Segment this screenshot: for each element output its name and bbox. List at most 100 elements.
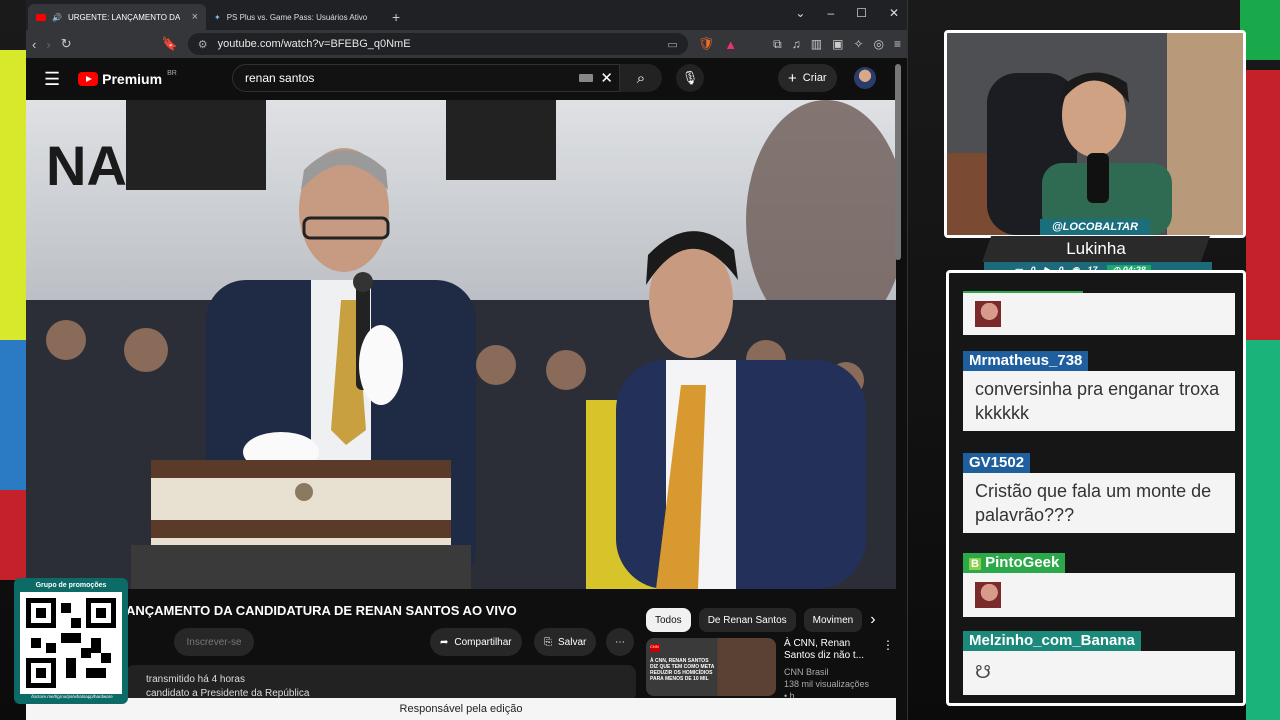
chat-message: Melzinho_com_Banana ☋: [963, 631, 1235, 695]
forward-icon[interactable]: ›: [46, 37, 50, 52]
bg-red-block: [0, 490, 26, 580]
minimize-icon[interactable]: –: [827, 6, 834, 20]
emote-icon: ☋: [975, 662, 991, 682]
hamburger-menu-icon[interactable]: ☰: [44, 69, 60, 90]
description-box[interactable]: transmitido há 4 horas candidato a Presi…: [126, 665, 636, 701]
avatar[interactable]: [854, 67, 876, 89]
youtube-header: ☰ Premium BR renan santos ✕ ⌕ 🎙 + Criar: [26, 58, 896, 100]
chat-bubble: [963, 293, 1235, 335]
extensions-toolbar: ⧉ ♫ ▥ ▣ ✧ ◎ ≡: [773, 37, 901, 52]
qr-pattern: [26, 598, 116, 688]
music-icon[interactable]: ♫: [792, 37, 801, 52]
chat-message: B PintoGeek: [963, 553, 1235, 617]
video-player[interactable]: NA: [26, 100, 896, 589]
description-meta: transmitido há 4 horas: [146, 674, 245, 685]
cast-icon[interactable]: ▭: [667, 38, 677, 51]
subscribe-button[interactable]: Inscrever-se: [174, 628, 254, 656]
chat-username: PintoGeek: [985, 554, 1060, 571]
scrollbar-thumb[interactable]: [895, 64, 901, 260]
url-field[interactable]: ⚙ youtube.com/watch?v=BFEBG_q0NmE ▭: [187, 33, 688, 55]
chat-username: GV1502: [963, 453, 1031, 473]
bg-blue-block: [0, 340, 26, 490]
chip-movimento[interactable]: Movimen: [803, 608, 863, 632]
qr-title: Grupo de promoções: [35, 581, 107, 589]
brave-shield-icon[interactable]: 🛡: [698, 36, 715, 52]
sidebar-icon[interactable]: ▥: [811, 37, 822, 52]
youtube-premium-logo[interactable]: Premium BR: [78, 69, 177, 87]
kebab-menu-icon[interactable]: ⋮: [882, 638, 894, 698]
bg-yellow-block: [0, 50, 26, 340]
recommended-thumbnail[interactable]: À CNN, RENAN SANTOS DIZ QUE TEM COMO MET…: [646, 638, 776, 696]
webcam-image: [947, 33, 1243, 235]
chip-todos[interactable]: Todos: [646, 608, 691, 632]
puzzle-icon[interactable]: ⧉: [773, 37, 782, 52]
chevron-down-icon[interactable]: ⌄: [795, 6, 805, 20]
wallet-icon[interactable]: ▣: [832, 37, 843, 52]
save-button[interactable]: ⎘ Salvar: [534, 628, 597, 656]
qr-url: /loctore.me/t/grou/ps/whatsapp/hardware: [31, 694, 113, 699]
chat-text: conversinha pra enganar troxa kkkkkk: [963, 371, 1235, 431]
leo-icon[interactable]: ✧: [853, 37, 863, 52]
video-frame: NA: [26, 100, 896, 589]
chevron-right-icon[interactable]: ›: [870, 608, 875, 632]
recommended-title-line2: Santos diz não t...: [784, 650, 865, 661]
create-button[interactable]: + Criar: [778, 64, 837, 92]
menu-icon[interactable]: ≡: [894, 37, 901, 52]
youtube-play-icon: [78, 72, 99, 86]
tab-title: URGENTE: LANÇAMENTO DA CAND: [67, 12, 180, 22]
qr-promo: Grupo de promoções /loctore.me/t/grou/ps…: [14, 578, 128, 704]
mic-icon: 🎙: [681, 70, 699, 85]
recommendation-chips: Todos De Renan Santos Movimen ›: [646, 608, 876, 632]
recommended-title-line1: À CNN, Renan: [784, 638, 851, 649]
editor-banner: Responsável pela edição: [26, 698, 896, 720]
youtube-icon: [36, 13, 46, 21]
recommended-info: À CNN, Renan Santos diz não t... CNN Bra…: [784, 638, 874, 701]
tab-title: PS Plus vs. Game Pass: Usuários Ativos -…: [226, 12, 367, 22]
chat-panel: Mrmatheus_738 conversinha pra enganar tr…: [946, 270, 1246, 706]
url-text: youtube.com/watch?v=BFEBG_q0NmE: [217, 38, 411, 50]
bg-green-block: [1240, 0, 1280, 60]
cnn-logo: CNN: [650, 644, 660, 652]
share-icon: ➦: [440, 636, 449, 648]
chat-message: Mrmatheus_738 conversinha pra enganar tr…: [963, 351, 1235, 431]
voice-search-button[interactable]: 🎙: [676, 64, 704, 92]
reload-icon[interactable]: ↻: [61, 36, 72, 52]
chat-username-row: B PintoGeek: [963, 553, 1066, 573]
page-scrollbar[interactable]: [895, 62, 901, 712]
svg-text:NA: NA: [46, 134, 127, 197]
tab-youtube[interactable]: 🔊 URGENTE: LANÇAMENTO DA CAND ×: [28, 4, 206, 30]
back-icon[interactable]: ‹: [32, 37, 36, 52]
bg-teal-block-right: [1246, 340, 1280, 720]
gemini-icon: ✦: [214, 12, 221, 22]
search-icon: ⌕: [636, 69, 646, 87]
more-actions-button[interactable]: ⋯: [606, 628, 634, 656]
search-input[interactable]: renan santos ✕: [232, 64, 620, 92]
thumbnail-text: À CNN, RENAN SANTOS DIZ QUE TEM COMO MET…: [650, 658, 715, 682]
tab-gemini[interactable]: ✦ PS Plus vs. Game Pass: Usuários Ativos…: [206, 4, 384, 30]
vpn-icon[interactable]: ◎: [874, 37, 884, 52]
close-tab-icon[interactable]: ×: [192, 11, 198, 23]
share-button[interactable]: ➦ Compartilhar: [430, 628, 522, 656]
chat-message: [963, 293, 1235, 335]
chip-de-renan-santos[interactable]: De Renan Santos: [698, 608, 796, 632]
maximize-icon[interactable]: ☐: [856, 6, 867, 20]
badge-icon: B: [969, 558, 981, 570]
stream-scene: 🔊 URGENTE: LANÇAMENTO DA CAND × ✦ PS Plu…: [0, 0, 1280, 720]
site-settings-icon[interactable]: ⚙: [198, 38, 208, 51]
close-window-icon[interactable]: ✕: [889, 6, 899, 20]
video-title: ANÇAMENTO DA CANDIDATURA DE RENAN SANTOS…: [126, 603, 517, 618]
new-tab-button[interactable]: +: [384, 4, 408, 30]
recommended-video[interactable]: À CNN, RENAN SANTOS DIZ QUE TEM COMO MET…: [646, 638, 894, 701]
clear-search-icon[interactable]: ✕: [600, 69, 613, 87]
speaker-icon[interactable]: 🔊: [52, 13, 62, 22]
brave-rewards-icon[interactable]: ▲: [724, 37, 737, 52]
bg-red-block-right: [1246, 70, 1280, 340]
chat-bubble: [963, 573, 1235, 617]
region-label: BR: [167, 69, 177, 77]
emote-icon: [975, 582, 1001, 608]
search-button[interactable]: ⌕: [620, 64, 662, 92]
keyboard-icon[interactable]: [579, 74, 593, 82]
chat-text: Cristão que fala um monte de palavrão???: [963, 473, 1235, 533]
bookmark-icon[interactable]: 🔖: [162, 36, 178, 52]
webcam-frame: [944, 30, 1246, 238]
